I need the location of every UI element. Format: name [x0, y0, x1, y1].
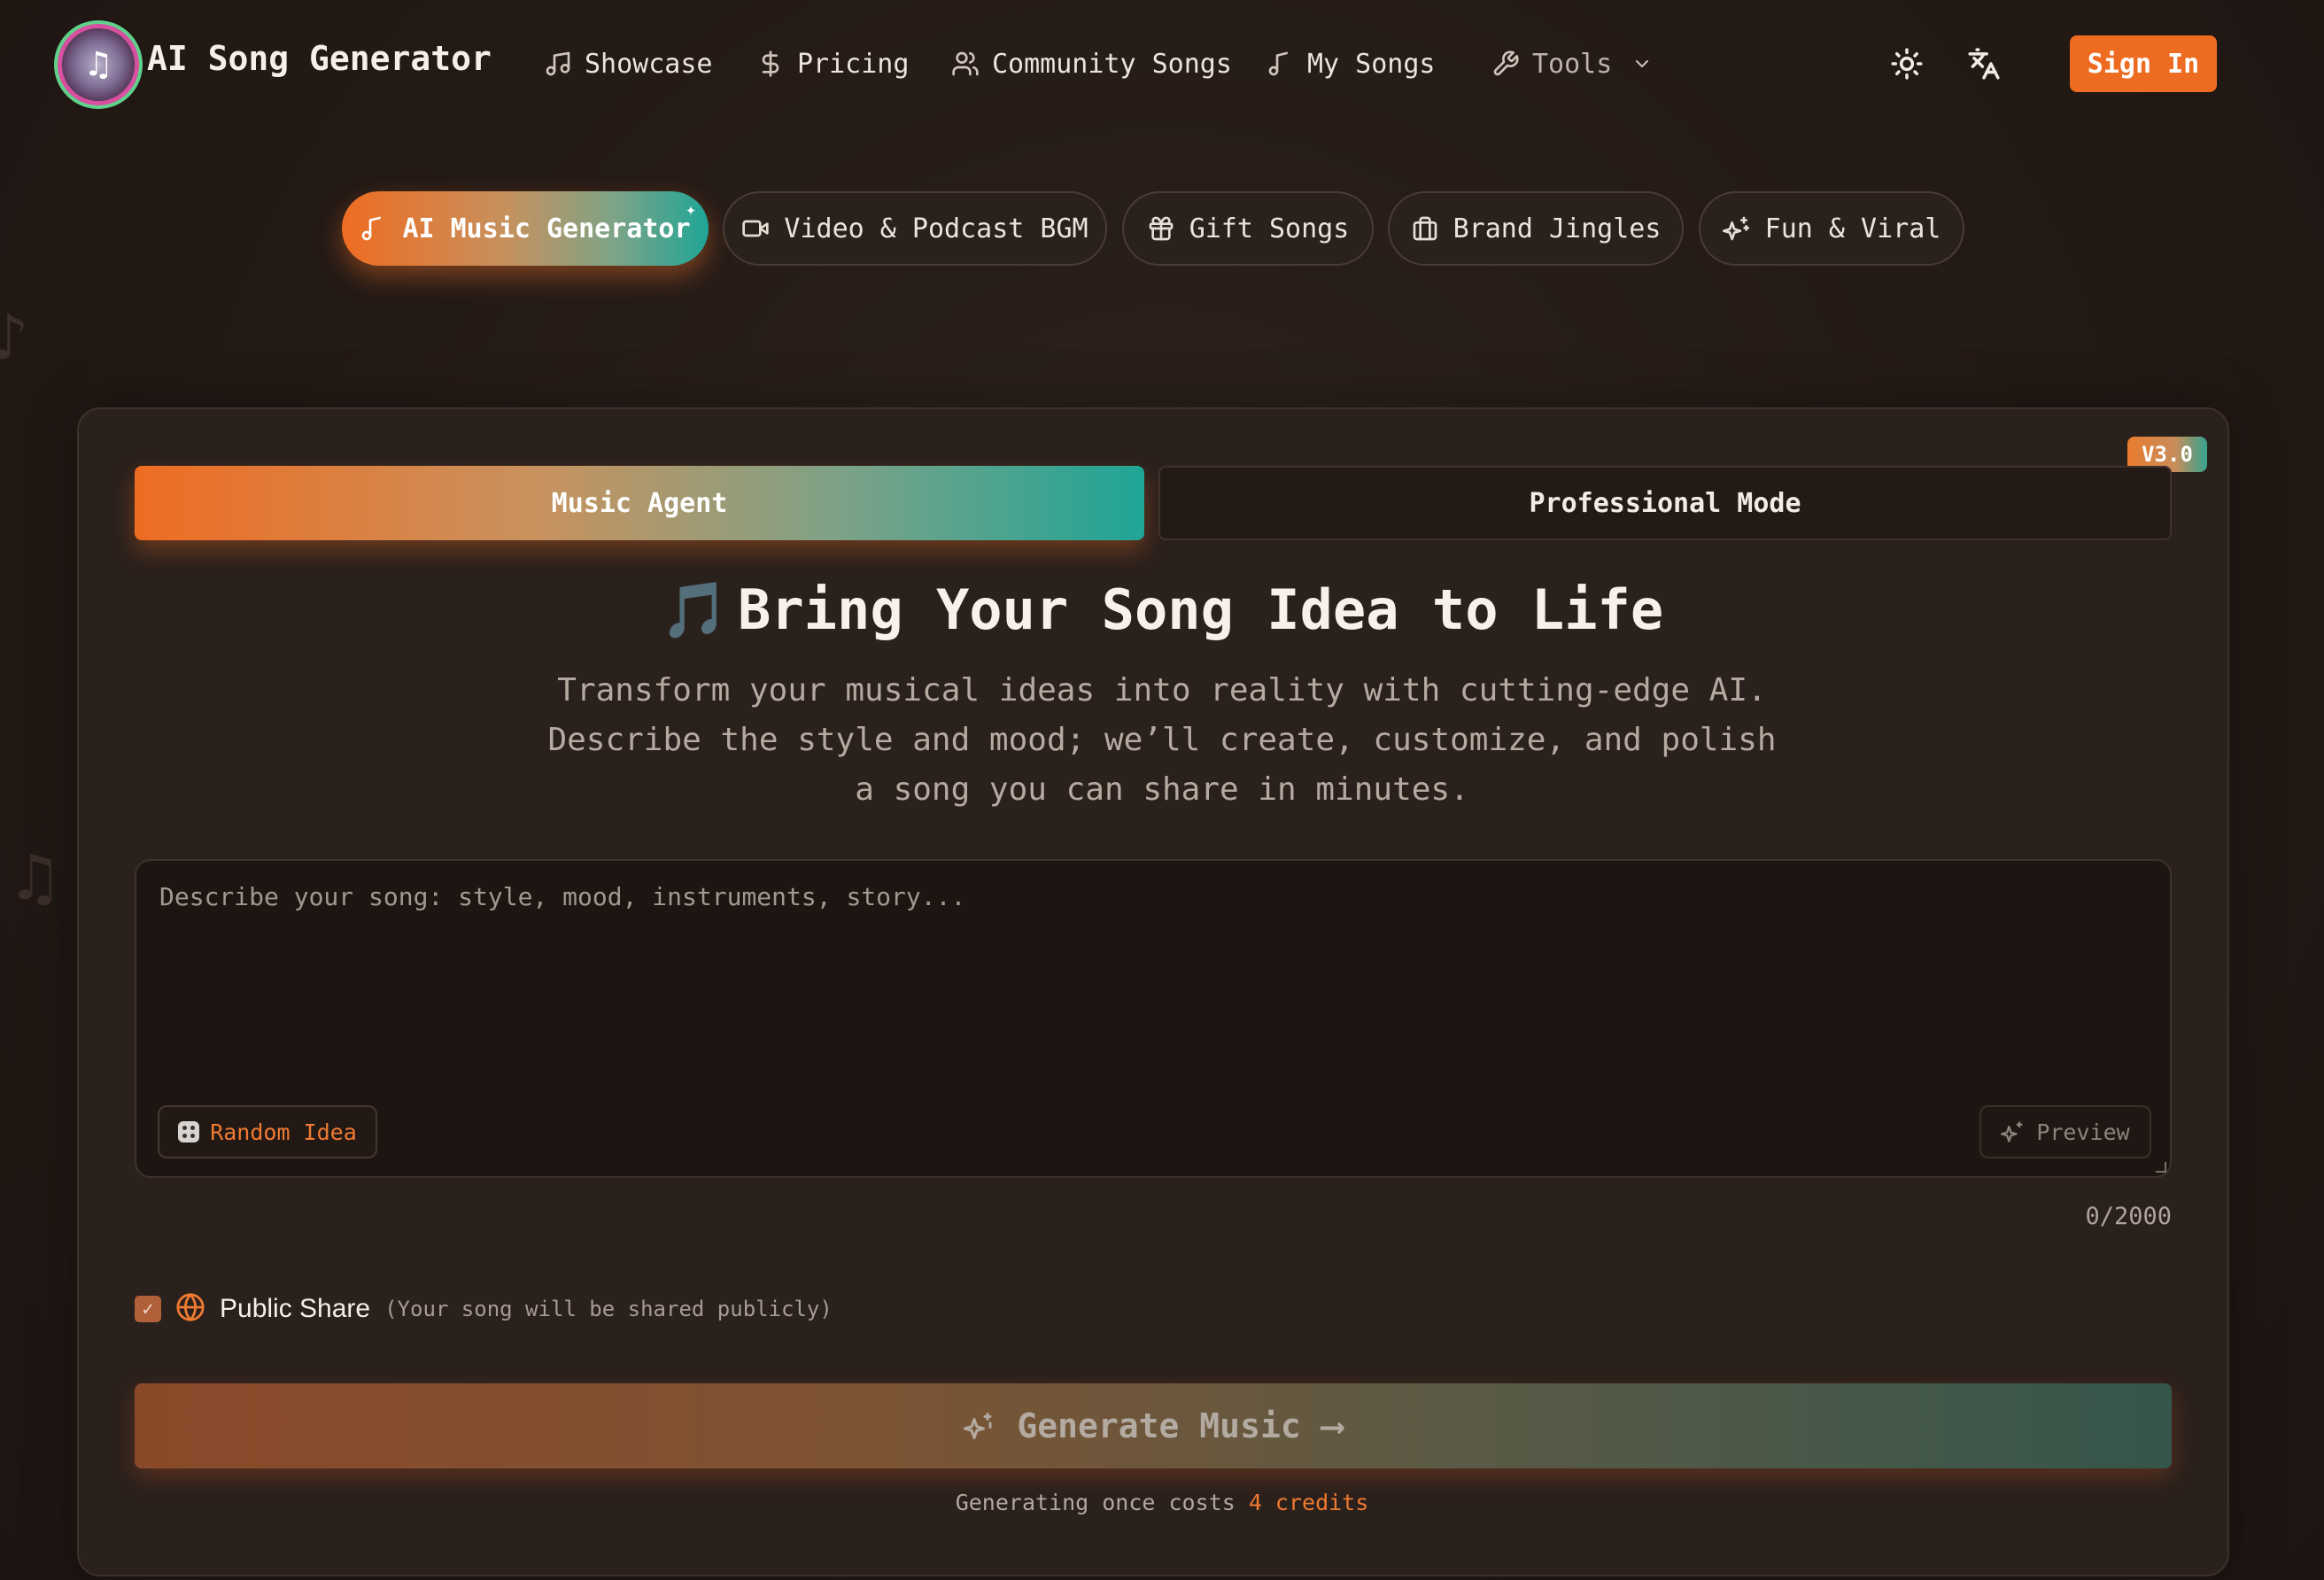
category-ai-music-generator[interactable]: AI Music Generator ✦ — [342, 191, 709, 266]
video-icon — [742, 220, 770, 237]
page-title-text: Bring Your Song Idea to Life — [738, 577, 1664, 642]
page-subtitle: Transform your musical ideas into realit… — [547, 672, 1777, 808]
preview-button[interactable]: Preview — [1979, 1105, 2151, 1158]
category-brand-jingles[interactable]: Brand Jingles — [1388, 191, 1684, 266]
category-gift-songs[interactable]: Gift Songs — [1122, 191, 1374, 266]
language-button[interactable] — [1963, 43, 2005, 85]
globe-icon — [175, 1292, 205, 1326]
tab-professional-mode[interactable]: Professional Mode — [1158, 466, 2172, 540]
nav-showcase[interactable]: Showcase — [544, 44, 713, 83]
generate-music-label: Generate Music — [1017, 1406, 1301, 1445]
background-note-decoration: ♫ — [7, 841, 63, 914]
cost-prefix: Generating once costs — [955, 1490, 1236, 1515]
chevron-down-icon — [1636, 60, 1649, 67]
page-title: 🎵 Bring Your Song Idea to Life — [0, 577, 2324, 643]
random-idea-label: Random Idea — [210, 1119, 357, 1145]
dice-icon — [178, 1121, 200, 1142]
sparkles-icon — [2001, 1121, 2023, 1142]
nav-pricing-label: Pricing — [797, 48, 910, 80]
sparkles-icon — [964, 1413, 992, 1439]
cost-notice: Generating once costs 4 credits — [0, 1490, 2324, 1515]
preview-label: Preview — [2036, 1119, 2130, 1145]
sparkle-icon: ✦ — [685, 198, 696, 220]
music-note-icon — [546, 51, 570, 76]
briefcase-icon — [1413, 216, 1437, 241]
background-note-decoration: ♪ — [0, 301, 29, 374]
category-label: Video & Podcast BGM — [784, 213, 1088, 244]
nav-my-songs-label: My Songs — [1307, 48, 1436, 80]
nav-my-songs[interactable]: My Songs — [1267, 44, 1436, 83]
wrench-icon — [1493, 50, 1519, 76]
music-single-icon — [1268, 51, 1288, 76]
category-label: Fun & Viral — [1764, 213, 1941, 244]
nav-showcase-label: Showcase — [585, 48, 713, 80]
dollar-icon — [762, 50, 779, 77]
top-navbar: ♫ AI Song Generator Showcase Pricing Com… — [0, 0, 2324, 128]
sun-icon — [1891, 48, 1923, 80]
tab-music-agent[interactable]: Music Agent — [135, 466, 1144, 540]
public-share-checkbox[interactable]: ✓ — [135, 1296, 161, 1322]
music-emoji-icon: 🎵 — [660, 577, 730, 642]
category-label: AI Music Generator — [402, 213, 691, 244]
category-label: Gift Songs — [1189, 213, 1350, 244]
sign-in-button[interactable]: Sign In — [2070, 35, 2217, 92]
users-icon — [952, 51, 979, 76]
nav-tools-label: Tools — [1532, 48, 1613, 80]
category-video-podcast-bgm[interactable]: Video & Podcast BGM — [723, 191, 1107, 266]
nav-community-songs[interactable]: Community Songs — [951, 44, 1232, 83]
nav-pricing[interactable]: Pricing — [756, 44, 909, 83]
random-idea-button[interactable]: Random Idea — [158, 1105, 377, 1158]
category-label: Brand Jingles — [1452, 213, 1662, 244]
character-count: 0/2000 — [2085, 1203, 2172, 1230]
cost-credits: 4 credits — [1248, 1490, 1369, 1515]
public-share-label[interactable]: Public Share — [220, 1294, 370, 1324]
music-single-icon — [362, 216, 382, 241]
sparkles-icon — [1722, 216, 1749, 241]
arrow-right-icon: ⟶ — [1321, 1406, 1343, 1445]
translate-icon — [1968, 48, 2000, 80]
logo-icon[interactable]: ♫ — [62, 28, 135, 101]
public-share-row: ✓ Public Share (Your song will be shared… — [135, 1291, 833, 1327]
resize-handle[interactable] — [2156, 1162, 2166, 1173]
nav-community-label: Community Songs — [992, 48, 1232, 80]
brand-title[interactable]: AI Song Generator — [147, 39, 492, 78]
public-share-note: (Your song will be shared publicly) — [384, 1297, 833, 1321]
song-description-input[interactable] — [158, 880, 2142, 1057]
prompt-container: Random Idea Preview — [135, 859, 2172, 1178]
category-fun-viral[interactable]: Fun & Viral — [1699, 191, 1964, 266]
generate-music-button[interactable]: Generate Music ⟶ — [135, 1383, 2172, 1468]
nav-tools-dropdown[interactable]: Tools — [1491, 44, 1653, 83]
gift-icon — [1149, 216, 1174, 241]
theme-toggle-button[interactable] — [1886, 43, 1928, 85]
